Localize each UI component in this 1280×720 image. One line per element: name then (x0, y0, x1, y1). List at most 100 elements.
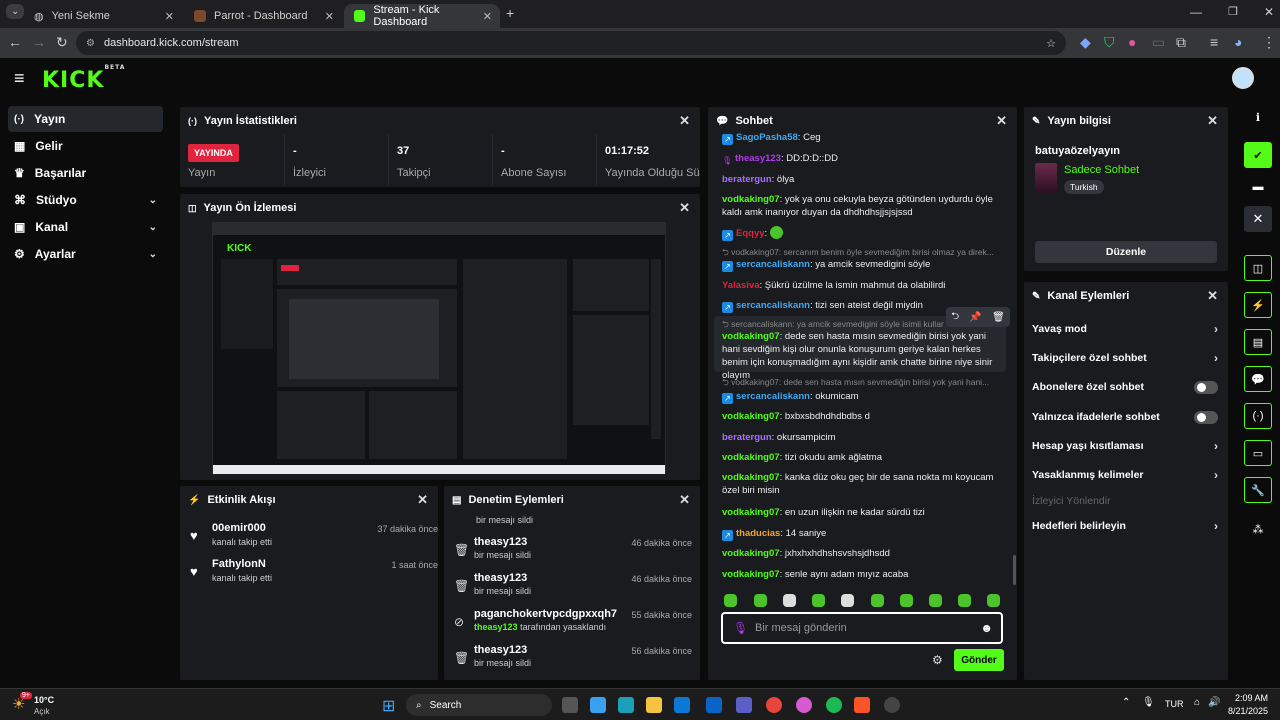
chevron-up-icon[interactable]: ⌃ (1122, 697, 1130, 708)
clock-date[interactable]: 8/21/2025 (1224, 706, 1268, 716)
emote-icon[interactable] (724, 594, 737, 607)
chat-settings-icon[interactable]: ⚙ (932, 653, 943, 667)
copilot-icon[interactable] (590, 697, 606, 713)
network-icon[interactable]: ⌂ (1194, 697, 1200, 708)
chat-username[interactable]: vodkaking07 (722, 472, 780, 483)
tab-parrot-dashboard[interactable]: Parrot - Dashboard ✕ (184, 4, 342, 28)
reply-icon[interactable]: ⮌ (951, 309, 959, 326)
outlook-icon[interactable] (706, 697, 722, 713)
close-icon[interactable]: ✕ (1207, 288, 1218, 304)
edge-icon[interactable] (618, 697, 634, 713)
chat-username[interactable]: sercancaliskann (736, 391, 810, 402)
github-icon[interactable] (884, 697, 900, 713)
stats-toggle-icon[interactable]: (·) (1244, 403, 1272, 429)
tab-search-icon[interactable]: ⌄ (6, 4, 25, 19)
hamburger-menu-icon[interactable]: ≡ (14, 68, 25, 89)
layout-icon[interactable]: ▬ (1244, 174, 1272, 200)
chat-username[interactable]: sercancaliskann (736, 259, 810, 270)
info-icon[interactable]: ℹ (1244, 104, 1272, 130)
moderation-user[interactable]: theasy123 (474, 536, 527, 548)
task-view-icon[interactable] (562, 697, 578, 713)
chat-username[interactable]: vodkaking07 (722, 452, 780, 463)
sidebar-item-studyo[interactable]: ⌘ Stüdyo ⌄ (8, 187, 163, 213)
maximize-icon[interactable]: ❐ (1228, 5, 1238, 18)
chat-username[interactable]: vodkaking07 (722, 194, 780, 205)
emote-icon[interactable] (900, 594, 913, 607)
emote-icon[interactable] (783, 594, 796, 607)
action-goals[interactable]: Hedefleri belirleyin › (1032, 515, 1218, 537)
chat-username[interactable]: vodkaking07 (722, 331, 780, 342)
moderation-toggle-icon[interactable]: ▤ (1244, 329, 1272, 355)
volume-icon[interactable]: 🔊 (1208, 697, 1220, 708)
close-icon[interactable]: ✕ (1207, 113, 1218, 129)
sidebar-item-gelir[interactable]: ▦ Gelir (8, 133, 163, 159)
extension-icon[interactable]: ● (1128, 34, 1136, 50)
action-banned-words[interactable]: Yasaklanmış kelimeler › (1032, 464, 1218, 486)
sidebar-item-ayarlar[interactable]: ⚙ Ayarlar ⌄ (8, 241, 163, 267)
send-button[interactable]: Gönder (954, 649, 1004, 671)
close-rail-icon[interactable]: ✕ (1244, 206, 1272, 232)
moderation-user[interactable]: theasy123 (474, 572, 527, 584)
clock-time[interactable]: 2:09 AM (1232, 693, 1268, 703)
chat-username[interactable]: Yalasiva (722, 280, 760, 291)
chat-input[interactable]: 🎙 Bir mesaj gönderin ☻ (721, 612, 1003, 644)
avatar[interactable] (1232, 67, 1254, 89)
nodes-icon[interactable]: ⁂ (1244, 516, 1272, 542)
url-field[interactable]: ⚙ dashboard.kick.com/stream ☆ (76, 31, 1066, 55)
brave-icon[interactable] (854, 697, 870, 713)
close-icon[interactable]: ✕ (679, 200, 690, 216)
sidebar-item-yayin[interactable]: (·) Yayın (8, 106, 163, 132)
close-icon[interactable]: ✕ (679, 492, 690, 508)
wrench-icon[interactable]: 🔧 (1244, 477, 1272, 503)
chat-username[interactable]: vodkaking07 (722, 569, 780, 580)
menu-dots-icon[interactable]: ⋮ (1262, 34, 1276, 51)
file-explorer-icon[interactable] (646, 697, 662, 713)
bookmark-star-icon[interactable]: ☆ (1046, 37, 1056, 50)
moderation-user[interactable]: paganchokertvpcdgpxxqh7 (474, 608, 617, 620)
emotes-only-toggle[interactable] (1194, 411, 1218, 424)
edit-button[interactable]: Düzenle (1035, 241, 1217, 263)
activity-user[interactable]: 00emir000 (212, 522, 266, 534)
layout-save-icon[interactable]: ▭ (1244, 440, 1272, 466)
tab-kick-dashboard[interactable]: Stream - Kick Dashboard ✕ (344, 4, 500, 28)
chat-reply-preview[interactable]: ⮌ vodkaking07: dede sen hasta mısın sevm… (722, 377, 1006, 391)
sidebar-item-kanal[interactable]: ▣ Kanal ⌄ (8, 214, 163, 240)
emote-icon[interactable] (812, 594, 825, 607)
emoji-icon[interactable]: ☻ (980, 621, 993, 635)
preview-toggle-icon[interactable]: ◫ (1244, 255, 1272, 281)
language-indicator[interactable]: TUR (1165, 699, 1184, 709)
minimize-icon[interactable]: — (1190, 5, 1202, 19)
close-tab-icon[interactable]: ✕ (325, 10, 334, 23)
extension-icon[interactable]: ▭ (1152, 34, 1165, 51)
shield-extension-icon[interactable]: ⛉ (1104, 34, 1115, 51)
chat-username[interactable]: thaducias (736, 528, 780, 539)
window-close-icon[interactable]: ✕ (1264, 5, 1274, 19)
subscribers-only-toggle[interactable] (1194, 381, 1218, 394)
chat-toggle-icon[interactable]: 💬 (1244, 366, 1272, 392)
checklist-icon[interactable]: ✔ (1244, 142, 1272, 168)
opera-icon[interactable] (796, 697, 812, 713)
reading-list-icon[interactable]: ≡ (1210, 34, 1218, 50)
chrome-icon[interactable] (766, 697, 782, 713)
site-info-icon[interactable]: ⚙ (86, 38, 95, 49)
teams-icon[interactable] (736, 697, 752, 713)
close-icon[interactable]: ✕ (417, 492, 428, 508)
close-tab-icon[interactable]: ✕ (165, 10, 174, 23)
forward-icon[interactable]: → (32, 34, 46, 50)
new-tab-icon[interactable]: + (506, 5, 514, 21)
chat-username[interactable]: beratergun (722, 174, 772, 185)
windows-start-icon[interactable]: ⊞ (382, 696, 395, 716)
chat-scrollbar[interactable] (1013, 555, 1016, 585)
action-slow-mode[interactable]: Yavaş mod › (1032, 318, 1218, 340)
taskbar-search[interactable]: ⌕ Search (406, 694, 552, 716)
mic-tray-icon[interactable]: 🎙 (1142, 697, 1155, 708)
emote-icon[interactable] (958, 594, 971, 607)
store-icon[interactable] (674, 697, 690, 713)
emote-icon[interactable] (871, 594, 884, 607)
emote-icon[interactable] (987, 594, 1000, 607)
close-tab-icon[interactable]: ✕ (483, 10, 492, 23)
chat-username[interactable]: vodkaking07 (722, 507, 780, 518)
action-followers-only[interactable]: Takipçilere özel sohbet › (1032, 347, 1218, 369)
chat-username[interactable]: vodkaking07 (722, 548, 780, 559)
chat-username[interactable]: beratergun (722, 432, 772, 443)
